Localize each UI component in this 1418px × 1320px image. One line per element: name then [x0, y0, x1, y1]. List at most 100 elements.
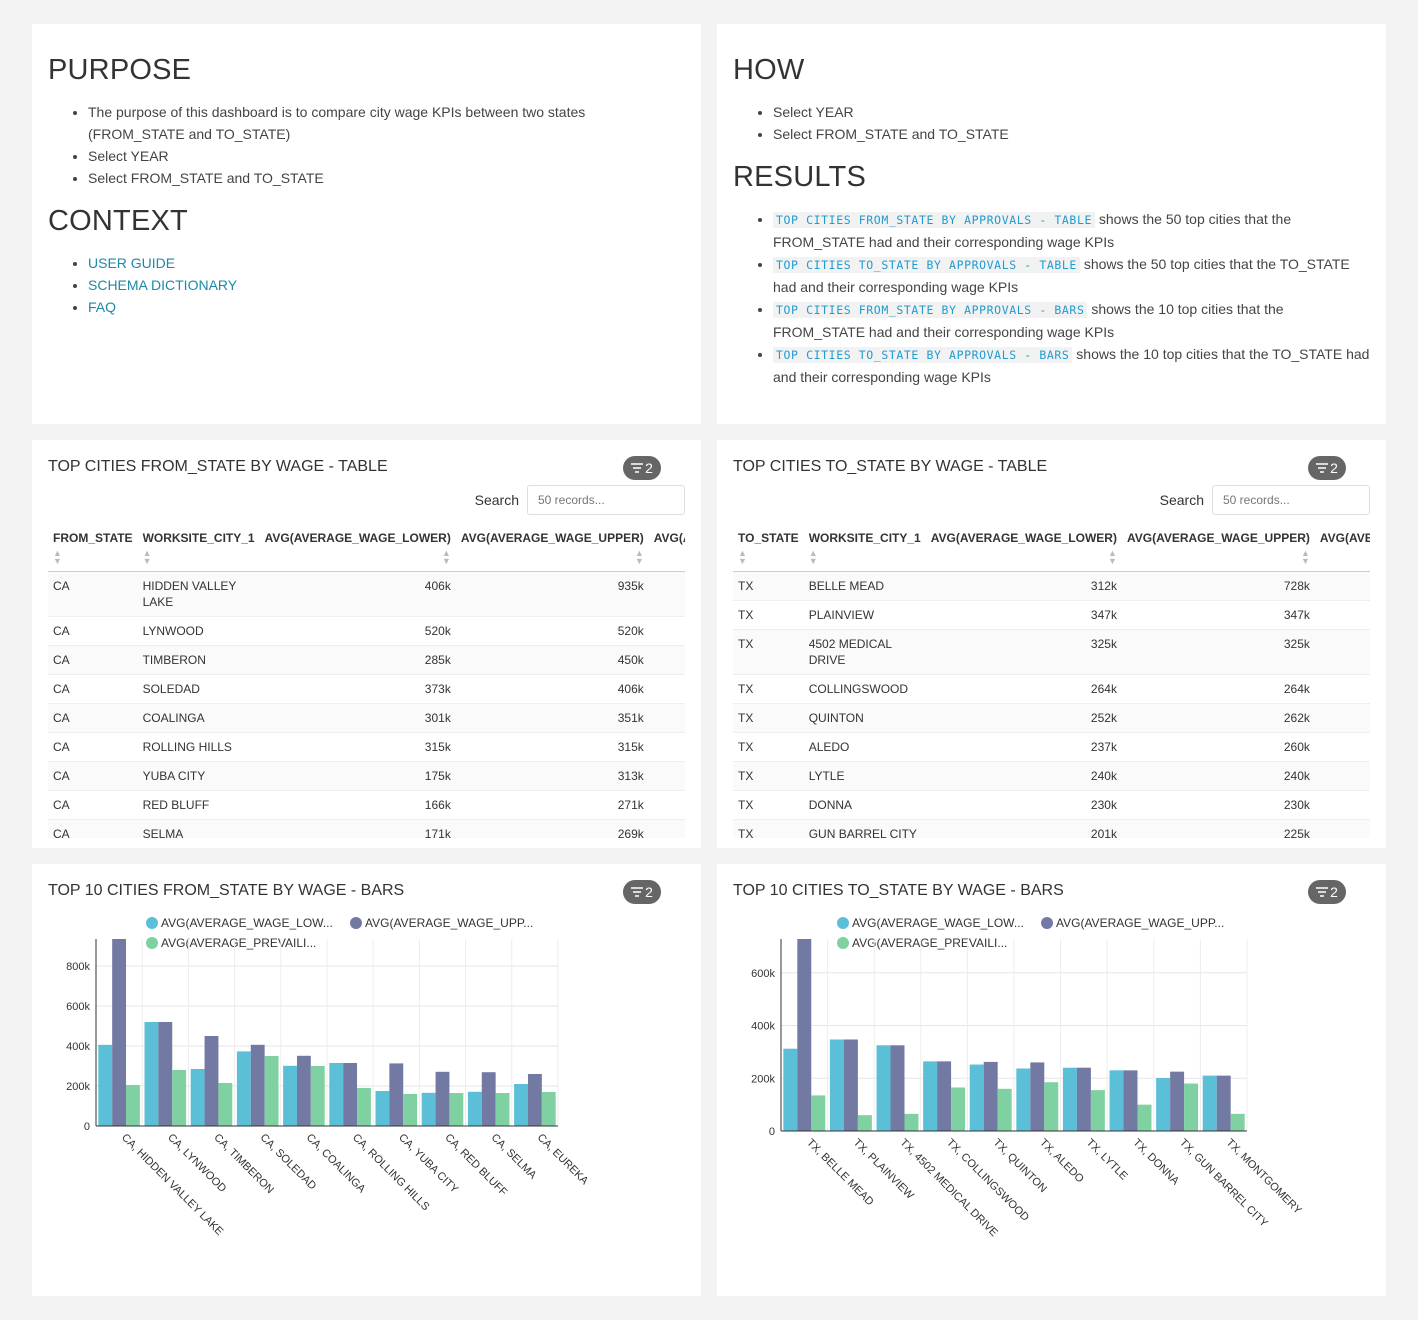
- search-label: Search: [1159, 492, 1204, 508]
- schema-dictionary-link[interactable]: SCHEMA DICTIONARY: [88, 277, 237, 293]
- bar: [403, 1094, 418, 1126]
- table-cell: [648, 819, 685, 838]
- bar: [144, 1022, 159, 1126]
- table-row: CA ROLLING HILLS 315k 315k: [48, 732, 685, 762]
- bar: [112, 939, 127, 1126]
- bar: [421, 1092, 436, 1126]
- table-cell: [1314, 674, 1370, 704]
- column-header[interactable]: AVG(AVERAGE_PREVAILING_WAGE): [1314, 528, 1370, 572]
- table-cell: 237k: [925, 732, 1122, 762]
- bar: [783, 1048, 798, 1131]
- table-cell: [648, 674, 685, 704]
- bar: [158, 1022, 173, 1126]
- table-cell: CA: [48, 645, 138, 675]
- table-row: TX QUINTON 252k 262k: [733, 703, 1370, 733]
- filter-badge[interactable]: 2: [1308, 456, 1346, 480]
- bar: [329, 1063, 344, 1126]
- table-cell: [1314, 600, 1370, 630]
- table-cell: 728k: [1121, 571, 1315, 601]
- column-header[interactable]: FROM_STATE ▲ ▼: [48, 528, 138, 572]
- x-tick-label: TX, COLLINGSWOOD: [944, 1137, 1031, 1224]
- bar: [172, 1070, 187, 1126]
- column-header[interactable]: WORKSITE_CITY_1 ▲ ▼: [137, 528, 260, 572]
- how-list: Select YEAR Select FROM_STATE and TO_STA…: [733, 101, 1370, 145]
- sort-icon: ▲ ▼: [142, 548, 152, 566]
- how-heading: HOW: [733, 54, 805, 86]
- column-header[interactable]: AVG(AVERAGE_WAGE_UPPER) ▲ ▼: [1121, 528, 1315, 572]
- table-row: CA RED BLUFF 166k 271k: [48, 790, 685, 820]
- table-cell: 315k: [455, 732, 649, 762]
- bar: [937, 1061, 952, 1131]
- table-cell: [648, 790, 685, 820]
- table-row: TX ALEDO 237k 260k: [733, 732, 1370, 762]
- table-cell: TX: [733, 819, 804, 838]
- column-header[interactable]: AVG(AVERAGE_WAGE_LOWER) ▲ ▼: [259, 528, 456, 572]
- column-header[interactable]: TO_STATE ▲ ▼: [733, 528, 804, 572]
- table-row: TX COLLINGSWOOD 264k 264k: [733, 674, 1370, 704]
- bar: [389, 1063, 404, 1126]
- purpose-item: The purpose of this dashboard is to comp…: [88, 101, 685, 145]
- data-table: FROM_STATE ▲ ▼ WORKSITE_CITY_1 ▲ ▼ AVG(AVERA…: [48, 528, 685, 838]
- results-item: TOP CITIES TO_STATE BY APPROVALS - BARS …: [773, 343, 1370, 388]
- table-cell: SOLEDAD: [137, 674, 260, 704]
- results-item: TOP CITIES FROM_STATE BY APPROVALS - BAR…: [773, 298, 1370, 343]
- how-item: Select YEAR: [773, 101, 1370, 123]
- x-tick-label: TX, MONTGOMERY: [1224, 1137, 1305, 1218]
- table-cell: 166k: [259, 790, 456, 820]
- table-cell: [1314, 732, 1370, 762]
- filter-count: 2: [1330, 460, 1338, 476]
- bar: [829, 1039, 844, 1131]
- y-tick-label: 400k: [751, 1021, 775, 1033]
- table-cell: 406k: [455, 674, 649, 704]
- table-cell: CA: [48, 819, 138, 838]
- table-cell: TX: [733, 761, 804, 791]
- how-item: Select FROM_STATE and TO_STATE: [773, 123, 1370, 145]
- table-cell: RED BLUFF: [137, 790, 260, 820]
- results-code: TOP CITIES TO_STATE BY APPROVALS - BARS: [773, 347, 1073, 363]
- context-heading: CONTEXT: [48, 205, 188, 237]
- table-cell: 171k: [259, 819, 456, 838]
- user-guide-link[interactable]: USER GUIDE: [88, 255, 175, 271]
- bar: [375, 1091, 390, 1126]
- from-state-table-card: TOP CITIES FROM_STATE BY WAGE - TABLE 2 …: [32, 440, 701, 848]
- y-tick-label: 0: [84, 1121, 90, 1133]
- table-row: CA COALINGA 301k 351k: [48, 703, 685, 733]
- table-cell: COLLINGSWOOD: [803, 674, 926, 704]
- chart-title: TOP CITIES FROM_STATE BY WAGE - TABLE: [48, 458, 388, 475]
- column-header[interactable]: AVG(AVERAGE_PREVAILING_WAGE): [648, 528, 685, 572]
- search-input[interactable]: [527, 485, 685, 515]
- table-cell: 262k: [1121, 703, 1315, 733]
- x-tick-label: CA, HIDDEN VALLEY LAKE: [119, 1132, 225, 1238]
- bar: [1123, 1070, 1138, 1131]
- results-list: TOP CITIES FROM_STATE BY APPROVALS - TAB…: [733, 208, 1370, 388]
- column-header[interactable]: AVG(AVERAGE_WAGE_UPPER) ▲ ▼: [455, 528, 649, 572]
- bar: [250, 1044, 265, 1126]
- bar-chart: 0 200k 400k 600k 800k CA, HIDDEN VALLEY LAKE C…: [66, 939, 591, 1238]
- data-table: TO_STATE ▲ ▼ WORKSITE_CITY_1 ▲ ▼ AVG(AVERAGE…: [733, 528, 1370, 838]
- table-cell: [1314, 629, 1370, 675]
- search-input[interactable]: [1212, 485, 1370, 515]
- table-cell: 347k: [1121, 600, 1315, 630]
- table-cell: 260k: [1121, 732, 1315, 762]
- column-header[interactable]: AVG(AVERAGE_WAGE_LOWER) ▲ ▼: [925, 528, 1122, 572]
- bar: [1202, 1075, 1217, 1131]
- table-cell: 264k: [925, 674, 1122, 704]
- column-header[interactable]: WORKSITE_CITY_1 ▲ ▼: [803, 528, 926, 572]
- table-cell: [1314, 761, 1370, 791]
- bar: [797, 939, 812, 1131]
- how-card: HOW Select YEAR Select FROM_STATE and TO…: [717, 24, 1386, 424]
- table-cell: TX: [733, 703, 804, 733]
- bar: [1230, 1113, 1245, 1131]
- table-cell: HIDDEN VALLEY LAKE: [137, 571, 260, 617]
- faq-link[interactable]: FAQ: [88, 299, 116, 315]
- filter-badge[interactable]: 2: [623, 456, 661, 480]
- table-cell: 347k: [925, 600, 1122, 630]
- table-cell: 373k: [259, 674, 456, 704]
- bar: [1076, 1067, 1091, 1131]
- bar: [997, 1088, 1012, 1131]
- table-cell: 240k: [1121, 761, 1315, 791]
- table-cell: [1314, 790, 1370, 820]
- results-code: TOP CITIES FROM_STATE BY APPROVALS - TAB…: [773, 212, 1095, 228]
- table-cell: PLAINVIEW: [803, 600, 926, 630]
- table-cell: 230k: [925, 790, 1122, 820]
